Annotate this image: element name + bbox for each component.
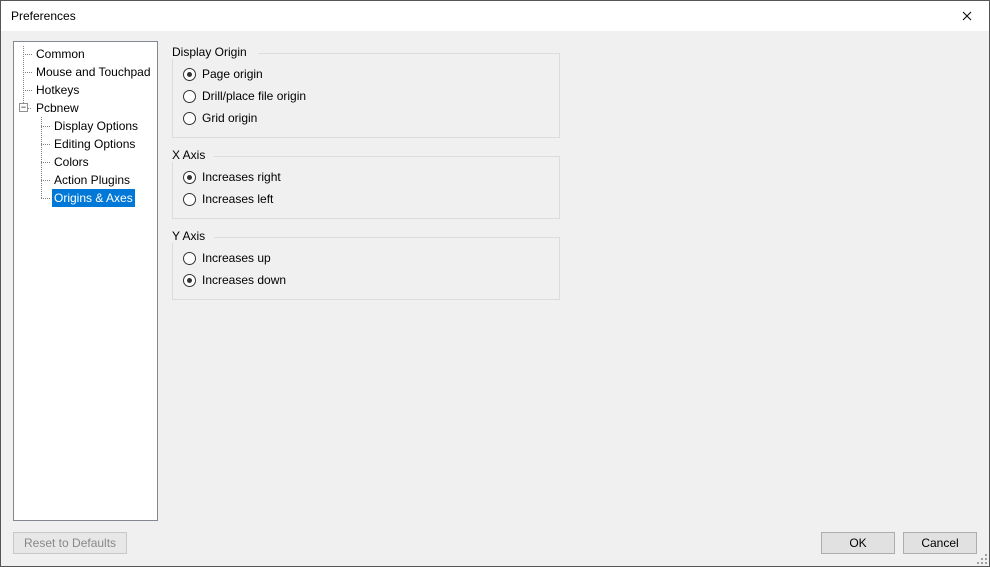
tree-label: Common <box>34 45 87 63</box>
radio-drill-origin[interactable]: Drill/place file origin <box>183 85 549 107</box>
radio-x-increases-left[interactable]: Increases left <box>183 188 549 210</box>
radio-y-increases-up[interactable]: Increases up <box>183 247 549 269</box>
group-legend: X Axis <box>172 148 209 162</box>
titlebar: Preferences <box>1 1 989 31</box>
settings-panel: Display Origin Page origin Drill/place f… <box>172 41 977 526</box>
tree-label: Origins & Axes <box>52 189 135 207</box>
tree-item-display-options[interactable]: Display Options <box>14 117 157 135</box>
tree-label: Action Plugins <box>52 171 132 189</box>
group-legend: Y Axis <box>172 229 209 243</box>
tree-label: Pcbnew <box>34 99 81 117</box>
window-title: Preferences <box>11 9 76 23</box>
preferences-window: Preferences Common Mouse and Touchpad <box>0 0 990 567</box>
radio-icon <box>183 274 196 287</box>
minus-icon: − <box>21 102 26 112</box>
close-icon <box>962 11 972 21</box>
tree-item-origins-axes[interactable]: Origins & Axes <box>14 189 157 207</box>
radio-label: Page origin <box>202 67 263 81</box>
tree-item-pcbnew[interactable]: − Pcbnew <box>14 99 157 117</box>
radio-label: Increases down <box>202 273 286 287</box>
group-legend: Display Origin <box>172 45 251 59</box>
group-y-axis: Y Axis Increases up Increases down <box>172 237 560 300</box>
radio-icon <box>183 112 196 125</box>
tree-label: Mouse and Touchpad <box>34 63 153 81</box>
cancel-button[interactable]: Cancel <box>903 532 977 554</box>
radio-y-increases-down[interactable]: Increases down <box>183 269 549 291</box>
tree-item-action-plugins[interactable]: Action Plugins <box>14 171 157 189</box>
tree-label: Colors <box>52 153 91 171</box>
group-display-origin: Display Origin Page origin Drill/place f… <box>172 53 560 138</box>
nav-tree[interactable]: Common Mouse and Touchpad Hotkeys − Pcbn… <box>13 41 158 521</box>
ok-button[interactable]: OK <box>821 532 895 554</box>
radio-page-origin[interactable]: Page origin <box>183 63 549 85</box>
button-label: Reset to Defaults <box>24 536 116 550</box>
tree-expander-pcbnew[interactable]: − <box>19 103 28 112</box>
radio-label: Increases left <box>202 192 273 206</box>
tree-item-mouse[interactable]: Mouse and Touchpad <box>14 63 157 81</box>
button-label: OK <box>849 536 866 550</box>
radio-grid-origin[interactable]: Grid origin <box>183 107 549 129</box>
radio-icon <box>183 68 196 81</box>
tree-item-hotkeys[interactable]: Hotkeys <box>14 81 157 99</box>
tree-label: Hotkeys <box>34 81 81 99</box>
tree-item-common[interactable]: Common <box>14 45 157 63</box>
dialog-footer: Reset to Defaults OK Cancel <box>1 526 989 566</box>
reset-defaults-button[interactable]: Reset to Defaults <box>13 532 127 554</box>
group-x-axis: X Axis Increases right Increases left <box>172 156 560 219</box>
radio-label: Drill/place file origin <box>202 89 306 103</box>
tree-item-colors[interactable]: Colors <box>14 153 157 171</box>
tree-label: Editing Options <box>52 135 137 153</box>
tree-wrap: Common Mouse and Touchpad Hotkeys − Pcbn… <box>14 45 157 520</box>
radio-icon <box>183 252 196 265</box>
button-label: Cancel <box>921 536 958 550</box>
radio-icon <box>183 193 196 206</box>
radio-icon <box>183 90 196 103</box>
radio-label: Grid origin <box>202 111 257 125</box>
tree-label: Display Options <box>52 117 140 135</box>
radio-label: Increases up <box>202 251 271 265</box>
close-button[interactable] <box>944 1 989 31</box>
content-area: Common Mouse and Touchpad Hotkeys − Pcbn… <box>1 31 989 526</box>
tree-item-editing-options[interactable]: Editing Options <box>14 135 157 153</box>
radio-label: Increases right <box>202 170 281 184</box>
radio-icon <box>183 171 196 184</box>
radio-x-increases-right[interactable]: Increases right <box>183 166 549 188</box>
